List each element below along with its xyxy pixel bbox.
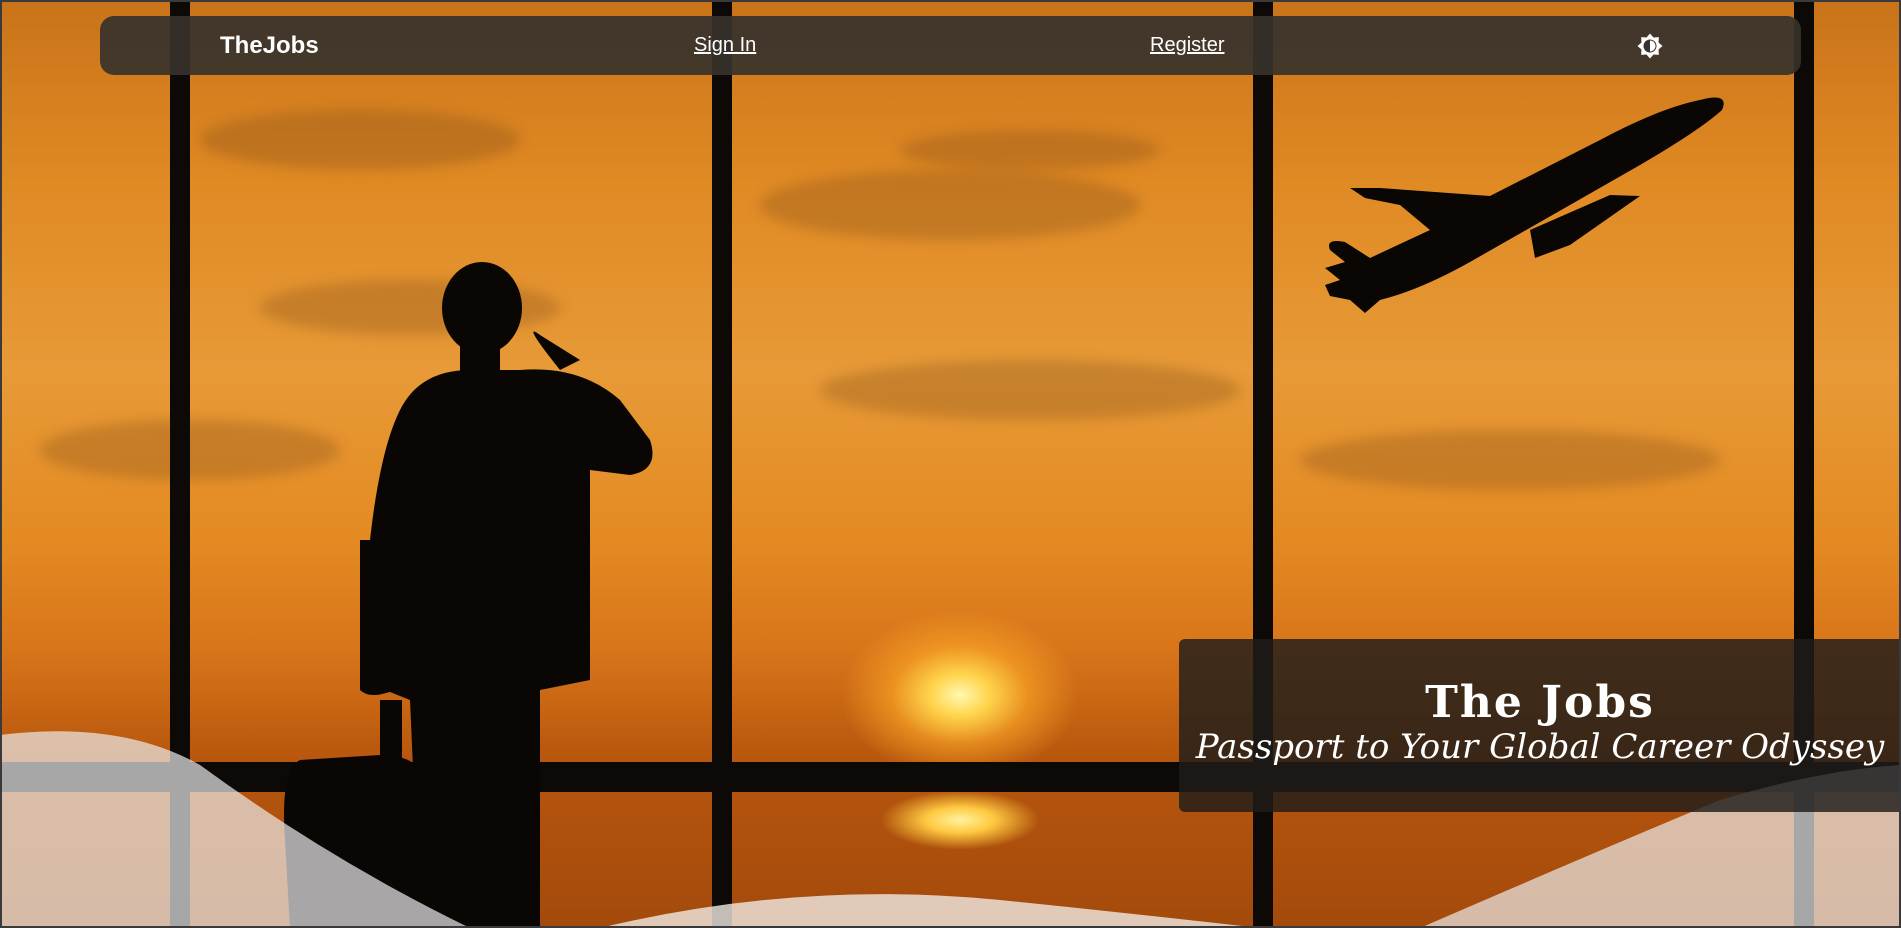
tagline-panel: The Jobs Passport to Your Global Career … <box>1179 639 1901 812</box>
brand-logo[interactable]: TheJobs <box>220 16 319 75</box>
hero-subtitle: Passport to Your Global Career Odyssey <box>1195 727 1885 767</box>
businessman-silhouette <box>284 262 653 928</box>
airplane-silhouette <box>1325 97 1724 314</box>
hero-title: The Jobs <box>1425 677 1655 728</box>
navbar: TheJobs Sign In Register <box>100 16 1801 75</box>
bottom-wave-center <box>600 894 1260 928</box>
brightness-icon[interactable] <box>1635 31 1665 61</box>
register-link[interactable]: Register <box>1150 16 1224 75</box>
sign-in-link[interactable]: Sign In <box>694 16 756 75</box>
